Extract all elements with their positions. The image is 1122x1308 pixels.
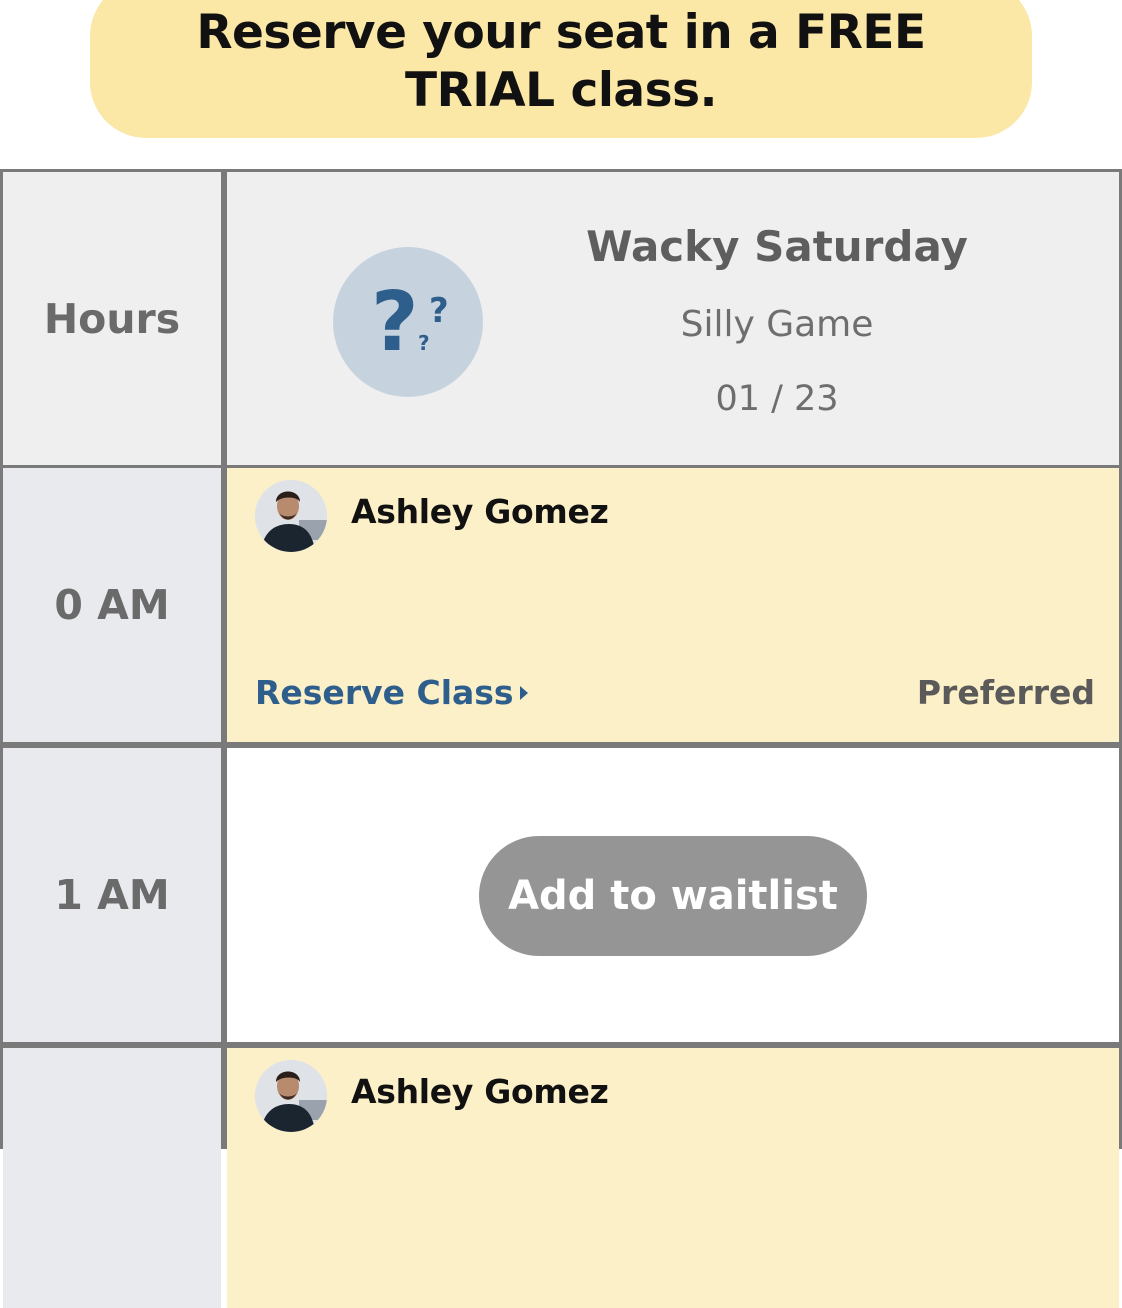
teacher-name: Ashley Gomez: [351, 1072, 609, 1111]
hour-cell: 0 AM: [3, 468, 221, 742]
add-to-waitlist-button[interactable]: Add to waitlist: [479, 836, 867, 956]
class-subtitle: Silly Game: [680, 304, 874, 345]
reserve-class-link[interactable]: Reserve Class: [255, 673, 528, 712]
hours-header: Hours: [3, 172, 221, 465]
svg-text:?: ?: [418, 331, 430, 355]
hour-cell: 1 AM: [3, 748, 221, 1042]
class-header: ? ? ? Wacky Saturday Silly Game 01 / 23: [227, 172, 1119, 465]
trial-banner: Reserve your seat in a FREE TRIAL class.: [90, 0, 1032, 138]
class-slot: Add to waitlist: [227, 748, 1119, 1042]
schedule-grid: Hours ? ? ? Wacky Saturday Silly Game 01…: [0, 169, 1122, 1308]
reserve-class-label: Reserve Class: [255, 673, 514, 712]
banner-text: Reserve your seat in a FREE TRIAL class.: [196, 5, 926, 118]
class-slot: Ashley Gomez Reserve Class Preferred: [227, 468, 1119, 742]
class-date: 01 / 23: [715, 379, 839, 419]
class-slot: Ashley Gomez: [227, 1048, 1119, 1308]
teacher-name: Ashley Gomez: [351, 492, 609, 531]
preferred-tag: Preferred: [916, 673, 1095, 712]
hour-label: 1 AM: [54, 871, 170, 919]
svg-text:?: ?: [371, 275, 419, 370]
hour-label: 0 AM: [54, 581, 170, 629]
svg-text:?: ?: [429, 291, 449, 331]
class-title: Wacky Saturday: [586, 222, 968, 271]
teacher-avatar: [255, 1060, 327, 1132]
teacher-avatar: [255, 480, 327, 552]
caret-right-icon: [519, 685, 528, 700]
hour-cell: [3, 1048, 221, 1308]
hours-header-label: Hours: [43, 294, 181, 343]
question-marks-icon: ? ? ?: [333, 247, 483, 397]
